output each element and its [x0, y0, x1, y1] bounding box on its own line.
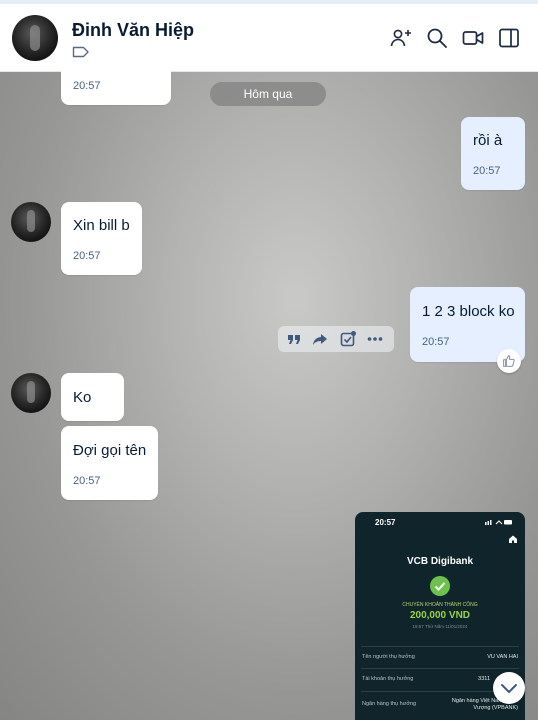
message-bubble[interactable]: Xin bill b 20:57 [61, 202, 142, 275]
message-bubble[interactable]: Ko [61, 373, 124, 421]
success-check-icon [430, 576, 450, 596]
receipt-row-label: Tên người thụ hưởng [362, 654, 415, 660]
message-text: Đợi gọi tên [73, 442, 147, 459]
scroll-to-bottom-button[interactable] [493, 672, 525, 704]
receipt-datetime: 19:57 Thứ Năm 11/01/2024 [412, 624, 468, 629]
home-icon [509, 535, 517, 543]
like-icon [503, 355, 515, 367]
message-time: 20:57 [73, 250, 101, 262]
phone-status-icons [485, 520, 512, 525]
date-separator: Hôm qua [210, 82, 326, 106]
quote-icon[interactable] [285, 330, 303, 348]
message-text: rồi à [473, 132, 503, 149]
message-text: Xin bill b [73, 217, 130, 234]
message-time: 20:57 [73, 80, 101, 92]
video-call-icon[interactable] [461, 26, 485, 50]
receipt-status: CHUYỂN KHOẢN THÀNH CÔNG [402, 602, 478, 608]
message-time: 20:57 [422, 336, 450, 348]
sender-avatar[interactable] [11, 373, 51, 413]
tag-icon[interactable] [72, 46, 90, 58]
receipt-divider [361, 668, 519, 669]
more-icon[interactable] [366, 330, 384, 348]
contact-name[interactable]: Đinh Văn Hiệp [72, 20, 194, 41]
message-time: 20:57 [73, 475, 101, 487]
sidebar-toggle-icon[interactable] [497, 26, 521, 50]
reaction-button[interactable] [497, 349, 521, 373]
message-text: 1 2 3 block ko [422, 303, 515, 320]
receipt-row-value: 3311 [478, 676, 490, 682]
receipt-phone-time: 20:57 [375, 518, 396, 527]
sender-avatar[interactable] [11, 202, 51, 242]
message-action-bar [278, 326, 394, 352]
message-bubble[interactable]: 20:57 [61, 62, 171, 105]
chevron-down-icon [501, 684, 517, 693]
receipt-divider [361, 646, 519, 647]
message-text: Ko [73, 389, 92, 406]
contact-avatar[interactable] [12, 15, 58, 61]
receipt-row-label: Tài khoản thụ hưởng [362, 676, 414, 682]
add-member-icon[interactable] [389, 26, 413, 50]
receipt-row-value: VU VAN HAI [487, 654, 518, 660]
receipt-amount: 200,000 VND [409, 610, 471, 621]
message-bubble[interactable]: Đợi gọi tên 20:57 [61, 426, 158, 500]
chat-area[interactable]: 20:57 Hôm qua rồi à 20:57 Xin bill b 20:… [0, 62, 538, 720]
message-time: 20:57 [473, 165, 501, 177]
receipt-brand: VCB Digibank [406, 556, 474, 567]
forward-icon[interactable] [311, 330, 329, 348]
search-icon[interactable] [425, 26, 449, 50]
message-bubble-own[interactable]: rồi à 20:57 [461, 117, 525, 190]
task-icon[interactable] [339, 330, 357, 348]
receipt-row-label: Ngân hàng thụ hưởng [362, 701, 417, 707]
